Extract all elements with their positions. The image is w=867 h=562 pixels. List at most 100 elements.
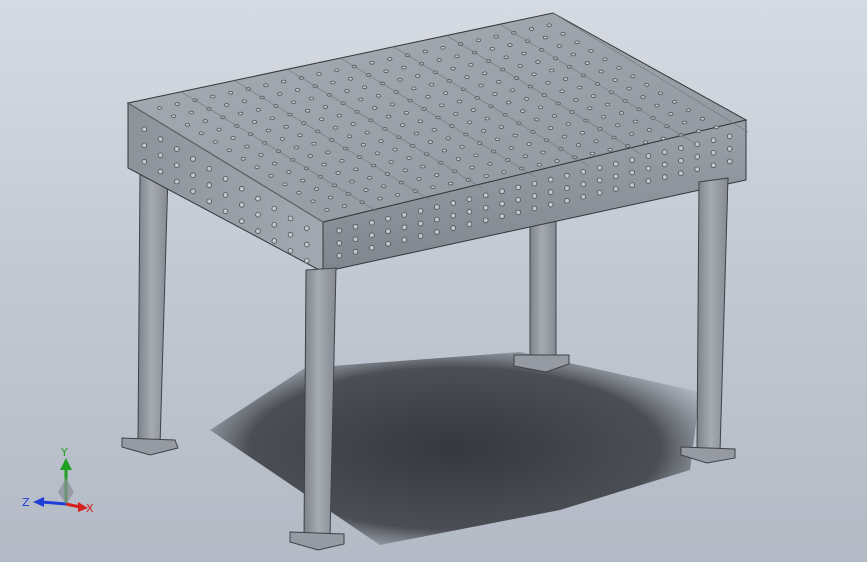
top-hole (517, 64, 523, 68)
top-hole (434, 173, 440, 177)
top-hole (294, 88, 301, 92)
top-hole (321, 162, 327, 167)
side-hole (157, 136, 164, 142)
top-hole (696, 129, 702, 133)
side-hole (401, 237, 408, 243)
side-hole (141, 158, 148, 165)
top-hole (547, 126, 554, 130)
top-hole (327, 195, 334, 200)
side-hole (710, 150, 717, 156)
top-hole (512, 133, 518, 138)
top-hole (542, 35, 549, 40)
top-hole (494, 137, 501, 142)
top-hole (171, 114, 177, 119)
top-hole (347, 77, 354, 81)
side-hole (629, 169, 635, 176)
side-hole (466, 196, 473, 203)
side-hole (336, 240, 343, 246)
top-hole (341, 204, 348, 208)
top-hole (344, 89, 350, 93)
y-axis-label: Y (60, 446, 68, 459)
top-hole (440, 45, 446, 50)
side-hole (564, 172, 570, 179)
top-hole (484, 116, 490, 121)
top-hole (506, 100, 512, 105)
top-hole (416, 177, 422, 181)
top-hole (507, 43, 513, 47)
3d-viewport[interactable]: Y X Z (0, 0, 867, 562)
top-hole (417, 119, 423, 124)
top-hole (644, 83, 650, 87)
top-hole (212, 140, 218, 144)
top-hole (367, 176, 373, 180)
top-hole (492, 92, 498, 96)
side-hole (466, 221, 473, 228)
top-hole (216, 127, 222, 132)
top-hole (387, 57, 393, 61)
side-hole (222, 208, 229, 215)
side-hole (271, 222, 278, 228)
top-hole (313, 187, 320, 191)
top-hole (534, 117, 540, 122)
side-hole (466, 208, 473, 215)
top-hole (383, 69, 389, 74)
top-hole (526, 142, 532, 146)
side-hole (239, 218, 245, 225)
top-hole (202, 119, 208, 123)
side-hole (352, 236, 359, 243)
top-hole (334, 68, 340, 73)
side-hole (547, 201, 554, 208)
side-hole (271, 205, 278, 212)
top-hole (310, 199, 316, 204)
top-hole (188, 110, 194, 115)
side-hole (385, 241, 391, 247)
top-hole (277, 92, 283, 96)
top-hole (501, 170, 507, 175)
top-hole (263, 83, 269, 88)
axis-triad[interactable]: Y X Z (22, 446, 94, 515)
top-hole (360, 143, 366, 147)
top-hole (394, 193, 401, 197)
top-hole (436, 58, 442, 62)
top-hole (671, 100, 678, 104)
top-hole (450, 66, 456, 71)
side-hole (287, 215, 294, 222)
top-hole (230, 136, 236, 140)
top-hole (448, 181, 454, 186)
top-hole (607, 148, 613, 152)
side-hole (352, 223, 359, 230)
top-hole (389, 102, 395, 107)
side-hole (368, 232, 375, 239)
top-hole (509, 88, 516, 93)
top-hole (487, 162, 493, 166)
side-hole (141, 126, 148, 132)
top-hole (540, 150, 546, 155)
top-hole (482, 71, 488, 76)
side-hole (580, 181, 587, 188)
top-hole (522, 154, 529, 159)
side-hole (190, 172, 196, 179)
welding-table-model[interactable]: Y X Z (0, 0, 867, 562)
top-hole (300, 178, 306, 183)
side-hole (580, 168, 587, 175)
top-hole (324, 208, 330, 212)
side-hole (596, 177, 603, 184)
side-hole (629, 182, 635, 188)
side-hole (352, 248, 359, 255)
z-axis-arrow-icon (33, 497, 44, 507)
side-hole (450, 212, 457, 219)
top-hole (364, 130, 370, 135)
top-hole (226, 148, 232, 153)
top-hole (374, 151, 380, 156)
side-hole (174, 178, 180, 185)
side-hole (661, 149, 668, 155)
side-hole (206, 198, 213, 205)
top-hole (551, 114, 558, 118)
top-hole (349, 179, 355, 184)
side-hole (645, 178, 652, 184)
side-hole (482, 205, 489, 211)
top-hole (258, 153, 264, 157)
top-hole (336, 113, 342, 118)
top-hole (563, 77, 569, 81)
side-hole (271, 238, 278, 244)
